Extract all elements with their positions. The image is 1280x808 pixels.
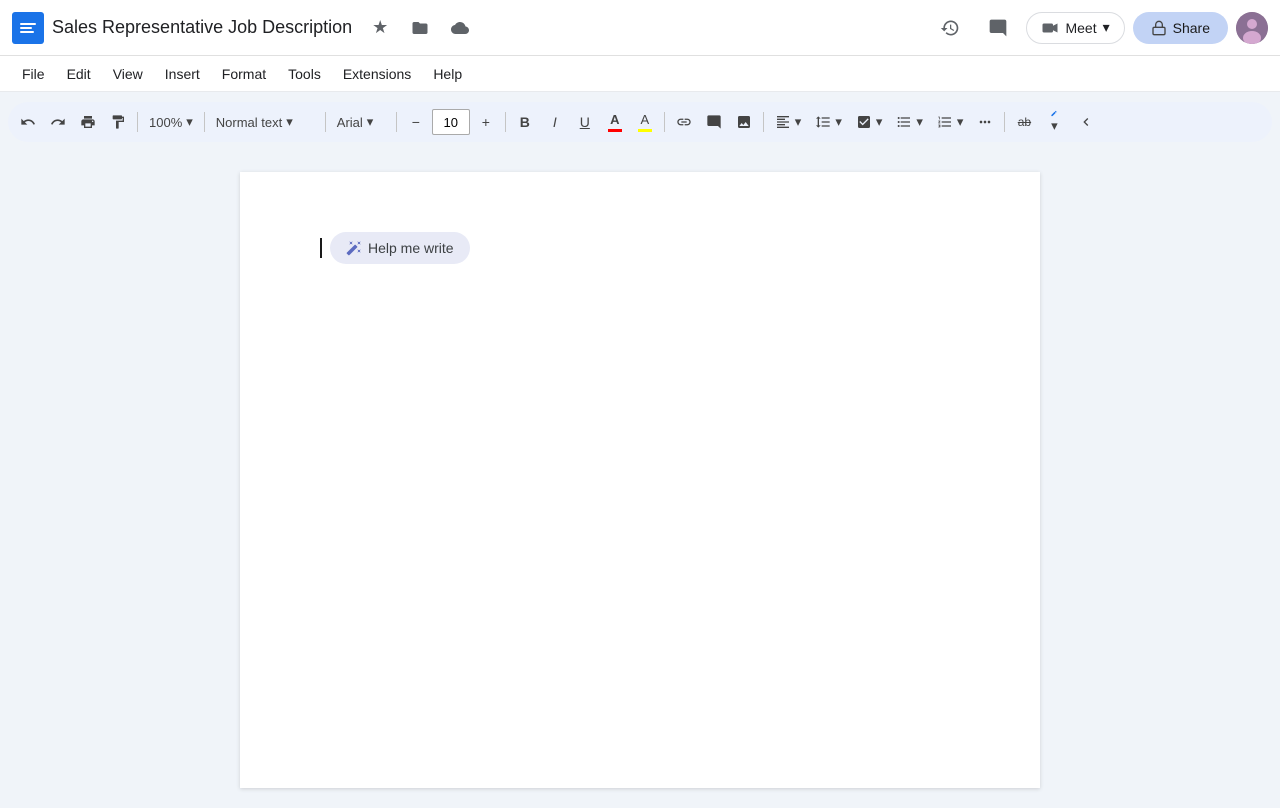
checklist-chevron: ▾ bbox=[876, 114, 883, 130]
folder-button[interactable] bbox=[404, 12, 436, 44]
highlight-indicator bbox=[638, 129, 652, 132]
menu-bar: File Edit View Insert Format Tools Exten… bbox=[0, 56, 1280, 92]
divider-1 bbox=[137, 112, 138, 132]
italic-button[interactable]: I bbox=[541, 106, 569, 138]
font-color-indicator bbox=[608, 129, 622, 132]
font-chevron: ▾ bbox=[367, 114, 374, 130]
align-chevron: ▾ bbox=[795, 114, 802, 130]
bullet-chevron: ▾ bbox=[916, 114, 923, 130]
underline-button[interactable]: U bbox=[571, 106, 599, 138]
divider-2 bbox=[204, 112, 205, 132]
zoom-chevron: ▾ bbox=[186, 114, 193, 130]
cloud-save-button[interactable] bbox=[444, 12, 476, 44]
meet-label: Meet bbox=[1065, 20, 1096, 36]
pen-chevron: ▾ bbox=[1051, 118, 1058, 134]
bullet-list-selector[interactable]: ▾ bbox=[890, 106, 929, 138]
comments-button[interactable] bbox=[978, 8, 1018, 48]
font-color-button[interactable]: A bbox=[601, 106, 629, 138]
font-value: Arial bbox=[337, 115, 363, 130]
docs-logo bbox=[12, 12, 44, 44]
star-button[interactable]: ★ bbox=[364, 12, 396, 44]
checklist-selector[interactable]: ▾ bbox=[850, 106, 889, 138]
print-button[interactable] bbox=[74, 106, 102, 138]
divider-5 bbox=[505, 112, 506, 132]
title-actions: ★ bbox=[364, 12, 476, 44]
menu-format[interactable]: Format bbox=[212, 62, 276, 86]
line-spacing-selector[interactable]: ▾ bbox=[809, 106, 848, 138]
toolbar: 100% ▾ Normal text ▾ Arial ▾ − + B I U A bbox=[8, 102, 1272, 142]
divider-6 bbox=[664, 112, 665, 132]
title-bar: Sales Representative Job Description ★ M… bbox=[0, 0, 1280, 56]
paint-format-button[interactable] bbox=[104, 106, 132, 138]
divider-3 bbox=[325, 112, 326, 132]
user-avatar[interactable] bbox=[1236, 12, 1268, 44]
help-me-write-button[interactable]: Help me write bbox=[330, 232, 470, 264]
main-content: Help me write bbox=[0, 152, 1280, 808]
help-me-write-label: Help me write bbox=[368, 240, 454, 256]
numbered-chevron: ▾ bbox=[957, 114, 964, 130]
menu-help[interactable]: Help bbox=[423, 62, 472, 86]
numbered-list-selector[interactable]: ▾ bbox=[931, 106, 970, 138]
document-cursor-line: Help me write bbox=[320, 232, 960, 264]
document[interactable]: Help me write bbox=[240, 172, 1040, 788]
redo-button[interactable] bbox=[44, 106, 72, 138]
share-button[interactable]: Share bbox=[1133, 12, 1228, 44]
document-title[interactable]: Sales Representative Job Description bbox=[52, 17, 352, 38]
text-style-selector[interactable]: Normal text ▾ bbox=[210, 106, 320, 138]
link-button[interactable] bbox=[670, 106, 698, 138]
highlight-button[interactable]: A bbox=[631, 106, 659, 138]
share-label: Share bbox=[1173, 20, 1210, 36]
font-increase-button[interactable]: + bbox=[472, 106, 500, 138]
text-style-chevron: ▾ bbox=[286, 114, 293, 130]
image-button[interactable] bbox=[730, 106, 758, 138]
collapse-toolbar-button[interactable] bbox=[1072, 106, 1100, 138]
zoom-selector[interactable]: 100% ▾ bbox=[143, 106, 199, 138]
align-selector[interactable]: ▾ bbox=[769, 106, 808, 138]
menu-edit[interactable]: Edit bbox=[57, 62, 101, 86]
top-right-actions: Meet ▾ Share bbox=[930, 8, 1268, 48]
history-button[interactable] bbox=[930, 8, 970, 48]
zoom-value: 100% bbox=[149, 115, 182, 130]
wand-icon bbox=[346, 240, 362, 256]
strikethrough-button[interactable]: ab bbox=[1010, 106, 1038, 138]
menu-insert[interactable]: Insert bbox=[155, 62, 210, 86]
line-spacing-chevron: ▾ bbox=[835, 114, 842, 130]
pen-selector[interactable]: ▾ bbox=[1040, 106, 1068, 138]
menu-tools[interactable]: Tools bbox=[278, 62, 331, 86]
menu-file[interactable]: File bbox=[12, 62, 55, 86]
divider-8 bbox=[1004, 112, 1005, 132]
comment-button[interactable] bbox=[700, 106, 728, 138]
bold-button[interactable]: B bbox=[511, 106, 539, 138]
divider-4 bbox=[396, 112, 397, 132]
divider-7 bbox=[763, 112, 764, 132]
undo-button[interactable] bbox=[14, 106, 42, 138]
text-cursor bbox=[320, 238, 322, 258]
font-selector[interactable]: Arial ▾ bbox=[331, 106, 391, 138]
meet-button[interactable]: Meet ▾ bbox=[1026, 12, 1124, 44]
text-style-value: Normal text bbox=[216, 115, 282, 130]
more-options-button[interactable] bbox=[971, 106, 999, 138]
meet-chevron: ▾ bbox=[1103, 19, 1110, 36]
menu-extensions[interactable]: Extensions bbox=[333, 62, 421, 86]
font-size-input[interactable] bbox=[432, 109, 470, 135]
font-decrease-button[interactable]: − bbox=[402, 106, 430, 138]
menu-view[interactable]: View bbox=[103, 62, 153, 86]
